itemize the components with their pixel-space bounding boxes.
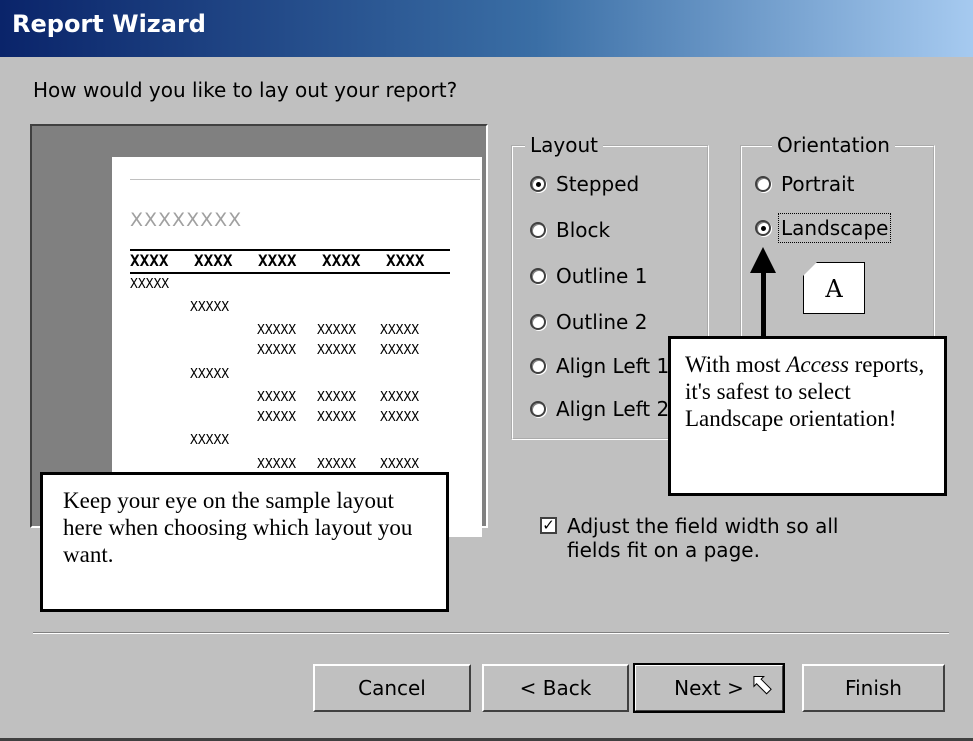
preview-header: XXXX [194,251,233,270]
preview-title: XXXXXXXX [130,209,243,231]
orientation-option-label: Landscape [777,213,892,243]
layout-option-label: Align Left 2 [556,397,670,421]
preview-cell: XXXXX [257,323,297,338]
window-title: Report Wizard [12,10,206,38]
preview-cell: XXXXX [257,343,297,358]
preview-cell: XXXXX [380,323,420,338]
preview-cell: XXXXX [317,457,357,472]
layout-option-outline-2[interactable]: Outline 2 [530,310,647,334]
landscape-page-icon: A [803,262,865,314]
layout-tip-callout: Keep your eye on the sample layout here … [40,472,449,612]
preview-header: XXXX [258,251,297,270]
preview-top-rule [130,179,480,180]
layout-option-align-left-2[interactable]: Align Left 2 [530,397,669,421]
cancel-button[interactable]: Cancel [313,664,471,712]
preview-cell: XXXXX [257,410,297,425]
finish-button[interactable]: Finish [802,664,945,712]
arrow-shaft [761,270,766,342]
orientation-tip-text: With most [685,352,787,377]
preview-cell: XXXXX [317,410,357,425]
radio-selected-icon[interactable] [755,220,771,236]
preview-cell: XXXXX [380,410,420,425]
layout-option-block[interactable]: Block [530,218,610,242]
layout-option-label: Align Left 1 [556,354,670,378]
orientation-option-label: Portrait [781,172,855,196]
orientation-group-label: Orientation [772,133,895,157]
preview-cell: XXXXX [380,457,420,472]
adjust-field-width-label: Adjust the field width so all fields fit… [567,514,839,562]
adjust-field-width-checkbox[interactable]: ✓ Adjust the field width so all fields f… [540,514,885,562]
orientation-option-landscape[interactable]: Landscape [755,213,892,243]
orientation-tip-callout: With most Access reports, it's safest to… [668,336,947,496]
layout-option-label: Outline 2 [556,310,648,334]
report-wizard-window: Report Wizard How would you like to lay … [0,0,973,741]
preview-cell: XXXXX [257,390,297,405]
layout-preview: XXXXXXXX XXXX XXXX XXXX XXXX XXXX XXXXX … [30,124,488,537]
layout-option-label: Stepped [556,172,640,196]
radio-selected-icon[interactable] [530,176,546,192]
mouse-pointer-icon: ⬉ [749,667,774,701]
title-bar[interactable]: Report Wizard [0,0,973,57]
layout-option-outline-1[interactable]: Outline 1 [530,264,647,288]
preview-header: XXXX [322,251,361,270]
preview-cell: XXXXX [317,390,357,405]
preview-header-rule [130,249,450,251]
back-button[interactable]: < Back [482,664,629,712]
preview-cell: XXXXX [317,323,357,338]
preview-cell: XXXXX [190,433,230,448]
layout-option-label: Outline 1 [556,264,648,288]
layout-option-stepped[interactable]: Stepped [530,172,639,196]
preview-cell: XXXXX [190,367,230,382]
radio-icon[interactable] [530,314,546,330]
preview-header: XXXX [386,251,425,270]
radio-icon[interactable] [530,268,546,284]
preview-cell: XXXXX [257,457,297,472]
checkmark-icon[interactable]: ✓ [540,517,557,534]
separator [33,632,949,634]
radio-icon[interactable] [530,222,546,238]
preview-cell: XXXXX [380,390,420,405]
preview-header: XXXX [130,251,169,270]
radio-icon[interactable] [530,401,546,417]
orientation-tip-emphasis: Access [786,352,849,377]
preview-header-rule [130,272,450,274]
layout-option-align-left-1[interactable]: Align Left 1 [530,354,669,378]
layout-option-label: Block [556,218,611,242]
preview-cell: XXXXX [317,343,357,358]
orientation-option-portrait[interactable]: Portrait [755,172,855,196]
radio-icon[interactable] [755,176,771,192]
preview-cell: XXXXX [130,277,170,292]
preview-cell: XXXXX [190,300,230,315]
layout-group-label: Layout [525,133,603,157]
preview-cell: XXXXX [380,343,420,358]
wizard-prompt: How would you like to lay out your repor… [33,78,458,102]
radio-icon[interactable] [530,358,546,374]
